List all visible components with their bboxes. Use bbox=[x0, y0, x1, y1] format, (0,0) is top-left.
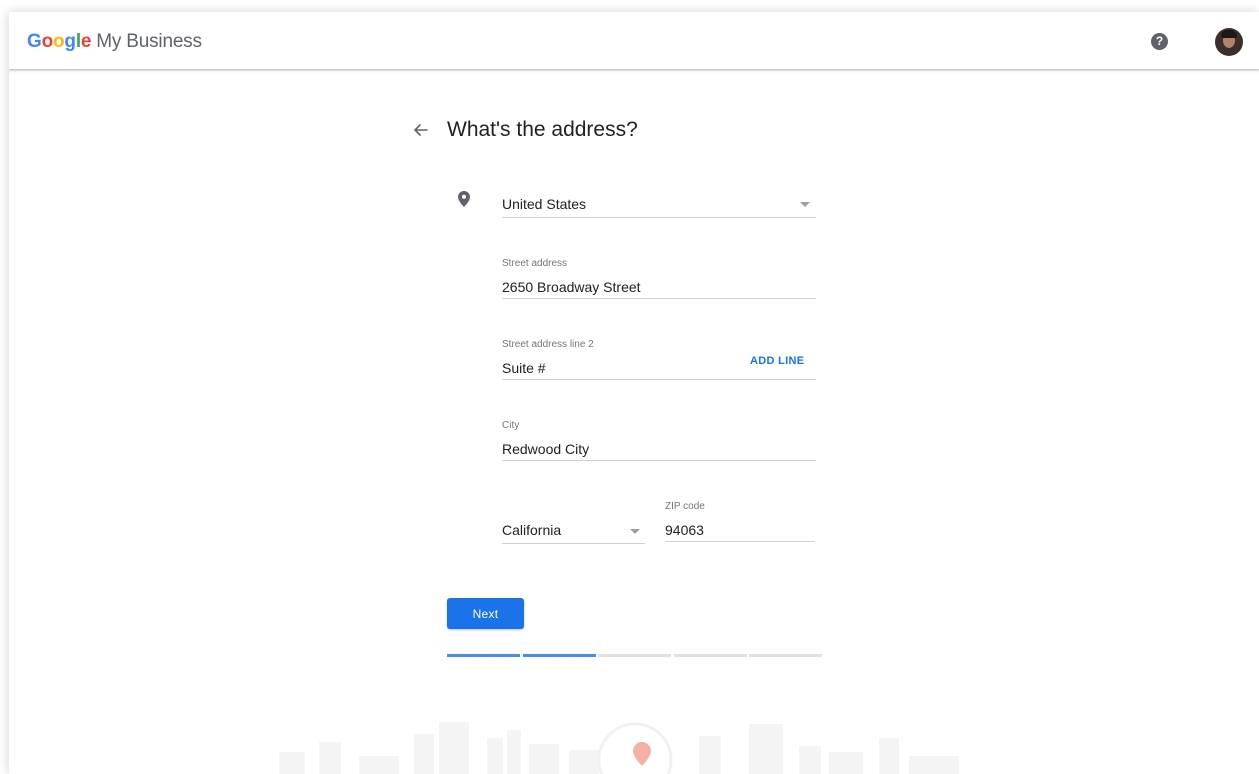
chevron-down-icon bbox=[630, 529, 640, 534]
avatar[interactable] bbox=[1215, 28, 1243, 56]
avatar-hair bbox=[1221, 30, 1237, 38]
product-name: My Business bbox=[96, 31, 202, 52]
google-my-business-logo[interactable]: Google My Business bbox=[27, 31, 202, 53]
app-header: Google My Business ? bbox=[9, 12, 1259, 69]
state-underline bbox=[502, 543, 645, 544]
city-skyline-illustration bbox=[9, 712, 1259, 774]
city-label: City bbox=[502, 420, 520, 431]
progress-step bbox=[522, 654, 596, 657]
city-underline bbox=[502, 460, 816, 461]
street-address-field[interactable]: Street address 2650 Broadway Street bbox=[502, 258, 816, 300]
zip-code-value: 94063 bbox=[665, 522, 704, 538]
street-address-underline bbox=[502, 298, 816, 299]
logo-letter: g bbox=[64, 31, 76, 52]
page-title: What's the address? bbox=[447, 118, 638, 141]
state-value: California bbox=[502, 522, 562, 538]
progress-step bbox=[598, 654, 671, 657]
country-select[interactable]: United States bbox=[502, 190, 816, 218]
progress-step bbox=[673, 654, 747, 657]
progress-step bbox=[749, 654, 822, 657]
progress-step bbox=[447, 654, 520, 657]
logo-letter: G bbox=[27, 31, 42, 52]
google-wordmark: Google bbox=[27, 31, 91, 52]
logo-letter: e bbox=[80, 31, 92, 52]
help-icon[interactable]: ? bbox=[1151, 33, 1168, 50]
zip-code-underline bbox=[665, 541, 815, 542]
city-field[interactable]: City Redwood City bbox=[502, 420, 816, 462]
arrow-back-icon[interactable] bbox=[411, 120, 431, 140]
street-address-label: Street address bbox=[502, 258, 568, 269]
city-value: Redwood City bbox=[502, 441, 590, 457]
country-value: United States bbox=[502, 196, 587, 212]
street-address-line2-value: Suite # bbox=[502, 360, 546, 376]
app-window: Google My Business ? What's the address? … bbox=[9, 12, 1259, 774]
zip-code-label: ZIP code bbox=[665, 501, 705, 512]
state-select[interactable]: California bbox=[502, 516, 645, 544]
chevron-down-icon bbox=[800, 202, 810, 207]
logo-letter: o bbox=[41, 31, 54, 52]
street-address-value: 2650 Broadway Street bbox=[502, 279, 641, 295]
map-pin-icon bbox=[458, 191, 470, 207]
street-address-line2-underline bbox=[502, 379, 816, 380]
next-button[interactable]: Next bbox=[447, 598, 524, 629]
street-address-line2-label: Street address line 2 bbox=[502, 339, 594, 350]
add-line-button[interactable]: ADD LINE bbox=[750, 355, 804, 367]
country-underline bbox=[502, 217, 816, 218]
logo-letter: o bbox=[53, 31, 65, 52]
zip-code-field[interactable]: ZIP code 94063 bbox=[665, 501, 815, 543]
